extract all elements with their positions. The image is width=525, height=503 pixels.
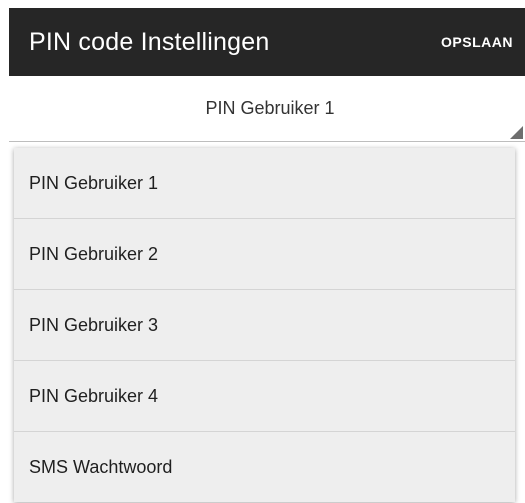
dropdown-option-pin-user-1[interactable]: PIN Gebruiker 1 xyxy=(14,148,515,219)
spinner-selected-value: PIN Gebruiker 1 xyxy=(205,98,335,118)
dropdown-option-pin-user-3[interactable]: PIN Gebruiker 3 xyxy=(14,290,515,361)
app-bar: PIN code Instellingen OPSLAAN xyxy=(9,8,525,76)
dropdown-option-sms-password[interactable]: SMS Wachtwoord xyxy=(14,432,515,503)
dropdown-option-pin-user-2[interactable]: PIN Gebruiker 2 xyxy=(14,219,515,290)
page-title: PIN code Instellingen xyxy=(29,27,270,56)
user-select-spinner[interactable]: PIN Gebruiker 1 xyxy=(9,76,525,142)
save-button[interactable]: OPSLAAN xyxy=(441,34,513,50)
dropdown-arrow-icon xyxy=(510,126,523,139)
dropdown-option-pin-user-4[interactable]: PIN Gebruiker 4 xyxy=(14,361,515,432)
dropdown-menu: PIN Gebruiker 1 PIN Gebruiker 2 PIN Gebr… xyxy=(14,148,515,502)
